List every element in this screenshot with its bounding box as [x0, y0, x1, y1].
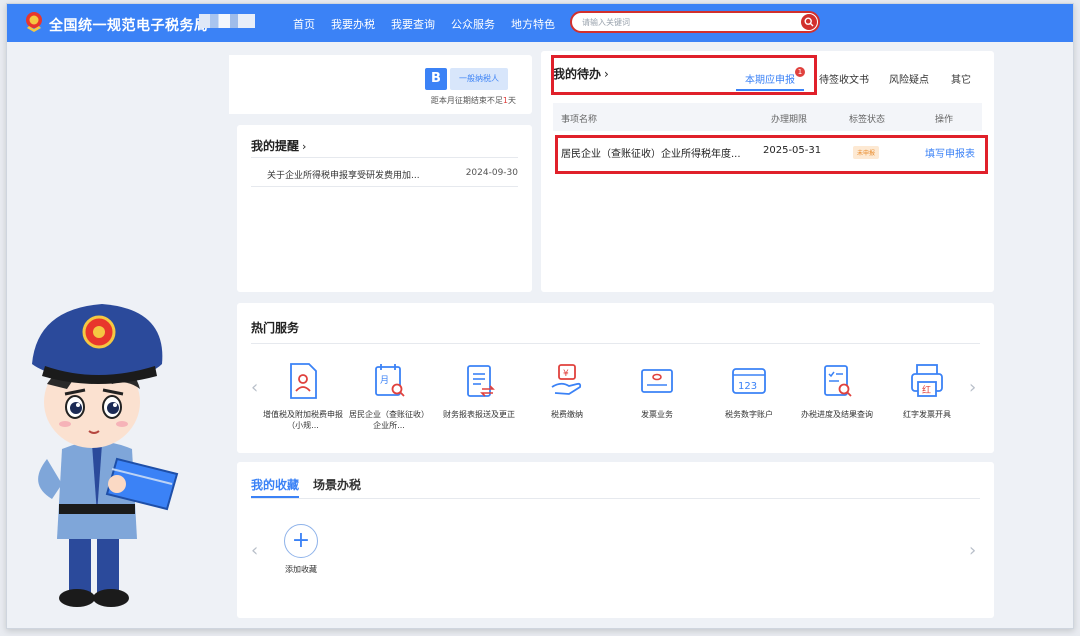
service-financial-report[interactable]: 财务报表报送及更正 [439, 361, 519, 420]
divider [251, 498, 980, 499]
redacted-region [199, 14, 255, 28]
nav-local-features[interactable]: 地方特色 [511, 16, 555, 32]
search-placeholder: 请输入关键词 [582, 18, 630, 27]
deadline-prefix: 距本月征期结束不足 [430, 96, 503, 105]
active-tab-indicator [251, 496, 299, 498]
tax-officer-mascot-illustration [32, 304, 179, 607]
progress-search-icon [824, 365, 852, 397]
chevron-left-icon[interactable]: ‹ [251, 377, 258, 398]
svg-text:123: 123 [738, 381, 757, 392]
hand-payment-icon: ¥ [551, 364, 582, 395]
service-vat-declaration[interactable]: 增值税及附加税费申报（小规... [263, 361, 343, 431]
chevron-right-icon[interactable]: › [969, 540, 976, 561]
svg-text:月: 月 [380, 375, 389, 386]
chevron-left-icon[interactable]: ‹ [251, 540, 258, 561]
invoice-icon [641, 369, 673, 393]
svg-text:¥: ¥ [563, 369, 569, 379]
service-progress-query[interactable]: 办税进度及结果查询 [797, 361, 877, 420]
add-favorite-label: 添加收藏 [285, 565, 317, 574]
taxpayer-credit-badge: B [425, 68, 447, 90]
service-label: 增值税及附加税费申报（小规... [263, 410, 343, 430]
report-exchange-icon [467, 365, 495, 397]
add-favorite-button[interactable]: + 添加收藏 [281, 524, 321, 575]
reminders-title[interactable]: 我的提醒 › [251, 137, 306, 154]
plus-icon: + [284, 524, 318, 558]
search-input[interactable]: 请输入关键词 [570, 11, 820, 33]
service-digital-account[interactable]: 123 税务数字账户 [709, 361, 789, 420]
top-navigation-bar: 全国统一规范电子税务局 首页 我要办税 我要查询 公众服务 地方特色 请输入关键… [7, 4, 1073, 42]
tax-emblem-icon [26, 12, 42, 32]
reminder-item[interactable]: 关于企业所得税申报享受研发费用加... 2024-09-30 [251, 163, 518, 185]
tab-my-favorites[interactable]: 我的收藏 [251, 476, 299, 493]
nav-query[interactable]: 我要查询 [391, 16, 435, 32]
column-header: 标签状态 [849, 115, 886, 125]
chevron-right-icon: › [302, 140, 307, 153]
column-header: 操作 [935, 115, 954, 125]
service-label: 红字发票开具 [903, 410, 951, 419]
favorites-card: 我的收藏 场景办税 ‹ › + 添加收藏 [237, 462, 994, 618]
service-red-invoice[interactable]: 红 红字发票开具 [887, 361, 967, 420]
column-header: 事项名称 [561, 115, 598, 125]
service-label: 财务报表报送及更正 [443, 410, 515, 419]
deadline-notice: 距本月征期结束不足1天 [431, 95, 516, 106]
service-corporate-income-tax[interactable]: 月 居民企业（查账征收）企业所... [349, 361, 429, 431]
service-label: 办税进度及结果查询 [801, 410, 873, 419]
main-nav: 首页 我要办税 我要查询 公众服务 地方特色 [293, 16, 555, 32]
deadline-unit: 天 [508, 96, 516, 105]
todo-table-header: 事项名称 办理期限 标签状态 操作 [553, 103, 982, 131]
taxpayer-card: B 一般纳税人 距本月征期结束不足1天 [229, 55, 532, 114]
search-icon [804, 17, 814, 27]
service-label: 发票业务 [641, 410, 673, 419]
tab-scenario-tax[interactable]: 场景办税 [313, 476, 361, 493]
service-label: 居民企业（查账征收）企业所... [349, 410, 429, 430]
reminder-date: 2024-09-30 [465, 168, 518, 178]
highlight-box-todo-header [551, 55, 817, 95]
tab-documents-to-sign[interactable]: 待签收文书 [819, 71, 869, 86]
divider [251, 186, 518, 187]
chevron-right-icon[interactable]: › [969, 377, 976, 398]
app-window: 全国统一规范电子税务局 首页 我要办税 我要查询 公众服务 地方特色 请输入关键… [6, 3, 1074, 629]
hot-services-title: 热门服务 [251, 321, 300, 335]
search-button[interactable] [801, 14, 817, 30]
service-label: 税务数字账户 [725, 410, 773, 419]
service-label: 税费缴纳 [551, 410, 583, 419]
hot-services-card: 热门服务 ‹ › 增值税及附加税费申报（小规... 月 居民企业（查账征收）企业… [237, 303, 994, 453]
tab-other[interactable]: 其它 [951, 71, 971, 86]
reminders-title-text: 我的提醒 [251, 139, 300, 153]
person-document-icon [290, 363, 317, 399]
calendar-search-icon: 月 [375, 364, 405, 397]
divider [251, 343, 980, 344]
highlight-box-todo-row [555, 135, 988, 174]
nav-home[interactable]: 首页 [293, 16, 315, 32]
nav-public-service[interactable]: 公众服务 [451, 16, 495, 32]
service-tax-payment[interactable]: ¥ 税费缴纳 [527, 361, 607, 420]
reminder-text: 关于企业所得税申报享受研发费用加... [267, 171, 420, 181]
digital-account-icon: 123 [732, 368, 766, 394]
column-header: 办理期限 [771, 115, 808, 125]
service-invoice[interactable]: 发票业务 [617, 361, 697, 420]
svg-text:红: 红 [922, 384, 931, 396]
red-invoice-printer-icon: 红 [911, 364, 943, 397]
divider [251, 157, 518, 158]
tab-risk-issues[interactable]: 风险疑点 [889, 71, 929, 86]
site-title[interactable]: 全国统一规范电子税务局 [49, 15, 209, 35]
reminders-card: 我的提醒 › 关于企业所得税申报享受研发费用加... 2024-09-30 [237, 125, 532, 292]
nav-do-tax[interactable]: 我要办税 [331, 16, 375, 32]
taxpayer-type-tag: 一般纳税人 [450, 68, 508, 90]
